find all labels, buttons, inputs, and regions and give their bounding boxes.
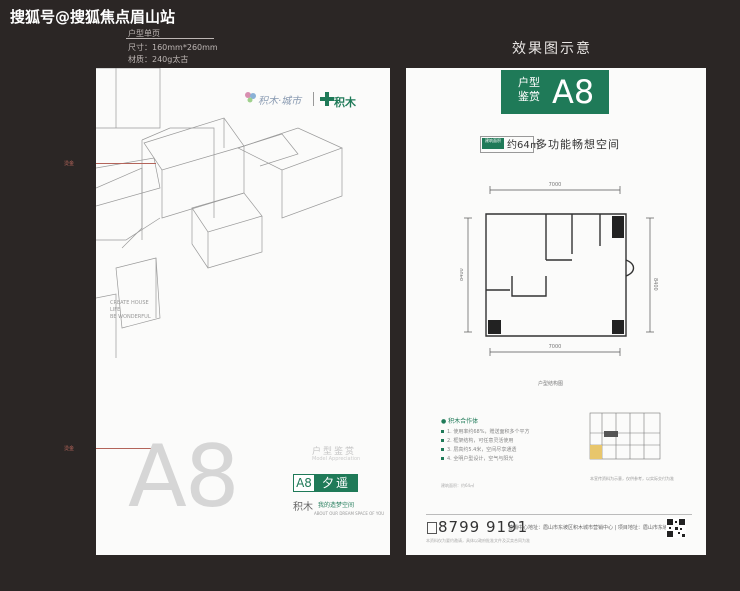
spec-header: 搜狐号@搜狐焦点眉山站 户型单页 尺寸：160mm*260mm 材质：240g太… [0,0,300,70]
vertical-slogan: CREATE HOUSE LIFE BE WONDERFUL [110,300,151,321]
model-header-label: 户型鉴赏 [518,76,540,103]
dim-bottom-label: 7000 [549,344,562,350]
annotation-label-1: 烫金 [64,161,75,167]
big-model-title: A8 [128,427,240,527]
annotation-label-2: 烫金 [64,446,75,452]
phone-icon [427,522,437,534]
model-header-code: A8 [552,73,595,111]
legend-title: ● 积木合作体 [441,418,479,425]
key-plan-note: 本宣传资料为示意，仅供参考，以实际交付为准 [590,476,674,481]
key-plan [589,412,661,460]
legend-footnote: 建筑面积：约64㎡ [441,483,475,488]
footer-divider [426,514,692,515]
annotation-line-1 [96,163,156,164]
legend-item-text: 3. 层高约5.4米，空间尽享通透 [447,447,517,453]
footer-slogan: 我的造梦空间 [318,502,355,509]
floor-plan-caption: 户型结构图 [538,381,564,387]
slogan-line: BE WONDERFUL [110,314,151,320]
footer-address: 营销中心地址：眉山市东坡区积木城市营销中心 | 项目地址：眉山市东坡区 [508,525,673,531]
dim-top-label: 7000 [549,182,562,188]
model-code-badge: A8 [293,474,315,492]
slogan-line: CREATE HOUSE [110,300,149,306]
legend-bullet-icon [441,430,444,433]
brand-divider [313,92,314,106]
qr-code-icon [666,518,686,538]
brand-cross-icon [320,92,334,106]
legend-item: 4. 全明户型设计，空气与阳光 [441,455,513,462]
spec-size: 尺寸：160mm*260mm [128,43,218,52]
legend-item: 1. 使用率约68%，赠送面积多个平方 [441,428,529,435]
watermark-text: 搜狐号@搜狐焦点眉山站 [10,8,176,26]
footer-disclaimer: 本资料仅为要约邀请，具体以政府批准文件及买卖合同为准 [426,538,530,543]
spec-material: 材质：240g太古 [128,55,189,64]
effect-title: 效果图示意 [512,41,592,57]
footer-subtext: ABOUT OUR DREAM SPACE OF YOU [314,511,385,516]
model-name-badge: 夕遥 [314,474,358,492]
brand-name-jimu: 积木 [334,96,356,109]
brand-name-city: 积木·城市 [258,96,302,107]
brand-flower-icon [245,92,256,103]
floor-plan: 7000 7000 8400 8400 [460,182,658,356]
area-value: 约64㎡ [507,140,540,151]
legend-item-text: 4. 全明户型设计，空气与阳光 [447,456,514,462]
dim-right-label: 8400 [652,278,658,291]
layout-subtitle: 多功能畅想空间 [536,138,620,151]
legend-item-text: 2. 框架结构，可任意灵活使用 [447,438,514,444]
footer-brand: 积木 [293,502,313,513]
legend-item-text: 1. 使用率约68%，赠送面积多个平方 [447,429,530,435]
legend-item: 3. 层高约5.4米，空间尽享通透 [441,446,516,453]
dim-left-label: 8400 [460,268,465,281]
area-tag: 建筑面积 [482,138,504,149]
legend-bullet-icon [441,448,444,451]
spec-divider [126,38,214,39]
model-tag-sub: Model Appreciation [312,456,361,462]
slogan-line: LIFE [110,307,121,313]
legend-bullet-icon [441,457,444,460]
legend-bullet-icon [441,439,444,442]
legend-item: 2. 框架结构，可任意灵活使用 [441,437,513,444]
